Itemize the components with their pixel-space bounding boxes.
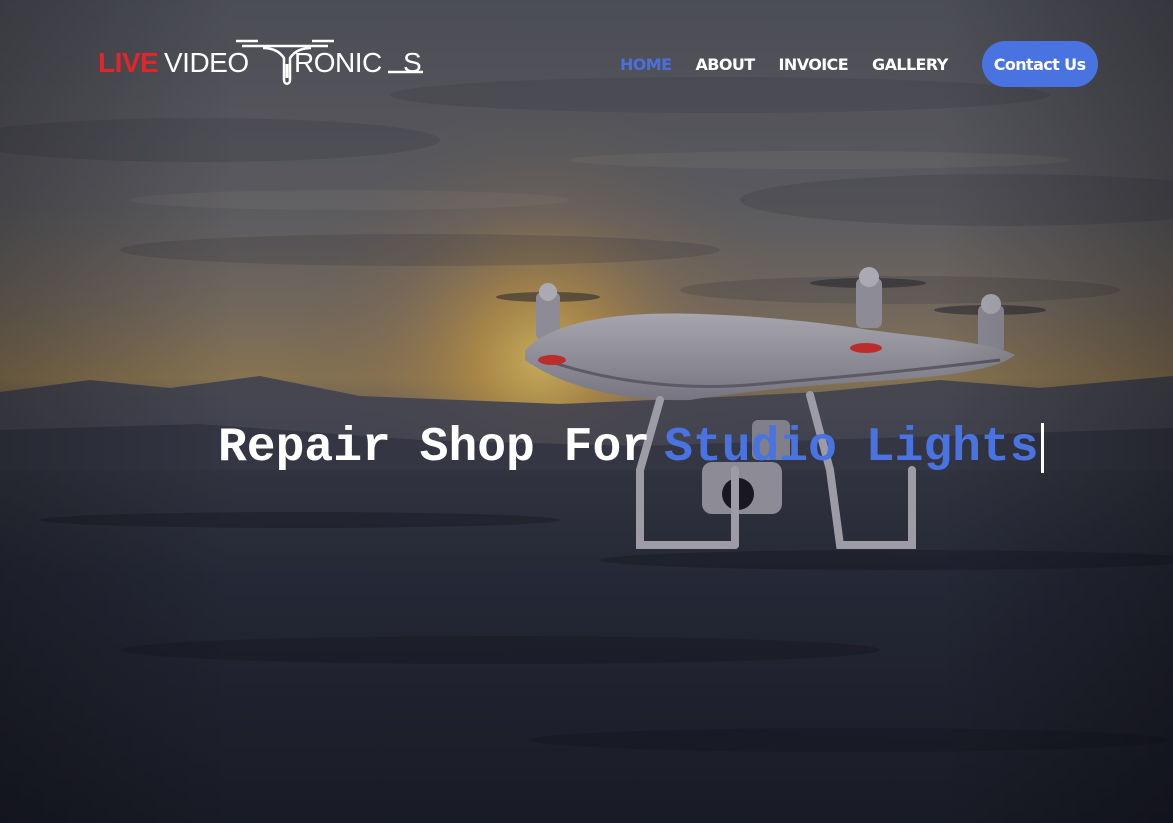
main-navigation: HOME ABOUT INVOICE GALLERY Contact Us	[620, 41, 1098, 87]
logo-text-video: VIDEO	[164, 47, 249, 78]
logo-text-ronic: RONIC	[294, 47, 382, 78]
nav-link-invoice[interactable]: INVOICE	[779, 55, 849, 74]
headline-typed-text: Studio Lights	[664, 421, 1039, 476]
nav-link-gallery[interactable]: GALLERY	[872, 55, 948, 74]
hero-section: LIVE VIDEO RONIC S HOME ABOUT INVOICE GA…	[0, 0, 1173, 823]
logo-text-live: LIVE	[98, 47, 158, 78]
headline-static-text: Repair Shop For	[218, 421, 651, 476]
logo-text-s: S	[403, 47, 422, 78]
nav-link-about[interactable]: ABOUT	[695, 55, 755, 74]
hero-headline: Repair Shop For Studio Lights	[218, 418, 1044, 478]
contact-us-button[interactable]: Contact Us	[981, 41, 1098, 87]
nav-link-home[interactable]: HOME	[620, 55, 672, 74]
hero-background-image	[0, 0, 1173, 823]
typing-caret	[1040, 423, 1044, 474]
site-logo[interactable]: LIVE VIDEO RONIC S	[98, 38, 423, 90]
